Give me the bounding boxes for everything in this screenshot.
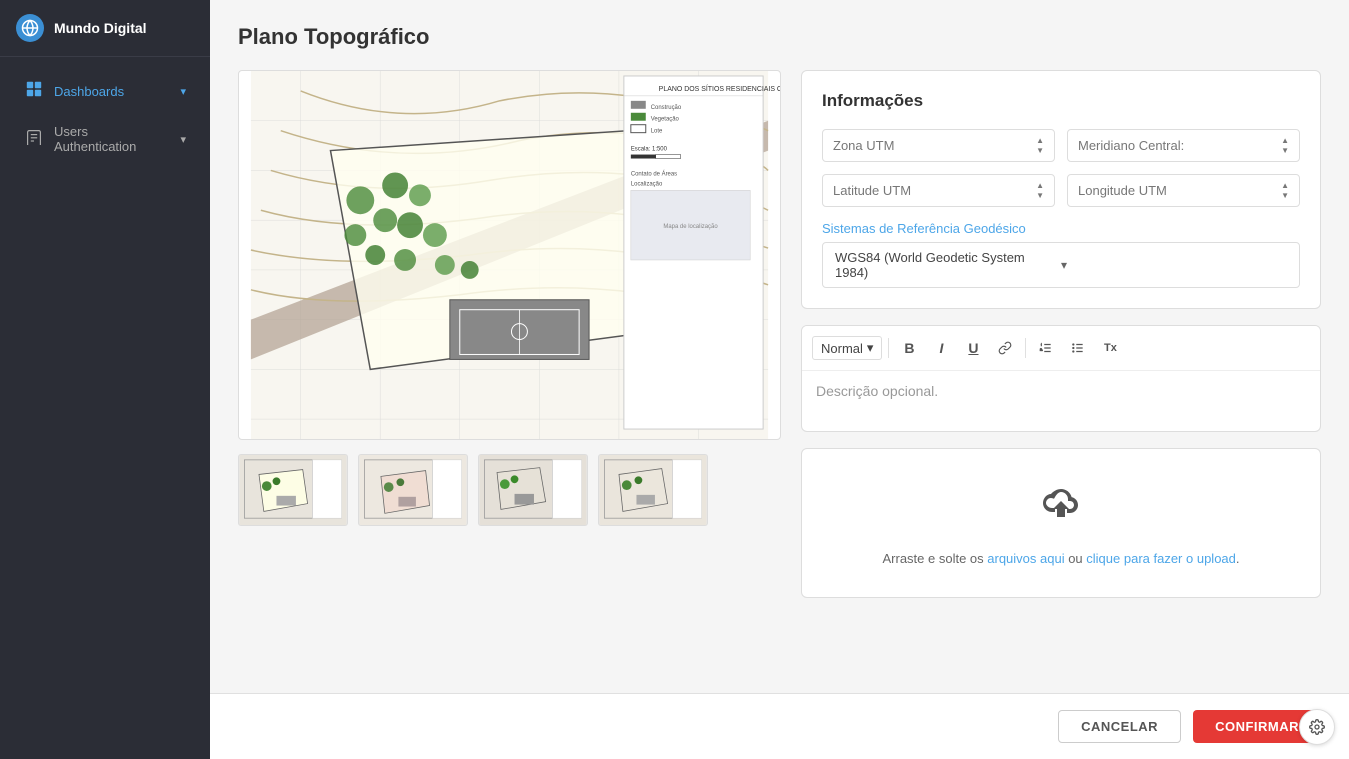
latitude-spinner[interactable]: ▲▼	[1036, 181, 1044, 200]
sidebar-arrow-icon: ▾	[180, 133, 186, 146]
meridiano-input[interactable]: Meridiano Central: ▲▼	[1067, 129, 1300, 162]
sidebar: Mundo Digital Dashboards ▾	[0, 0, 210, 759]
field-latitude: Latitude UTM ▲▼	[822, 174, 1055, 207]
right-panel: Informações Zona UTM ▲▼	[801, 70, 1321, 598]
link-button[interactable]	[991, 334, 1019, 362]
sidebar-nav: Dashboards ▾ Users Authentication ▾	[0, 57, 210, 759]
sidebar-item-dashboards[interactable]: Dashboards ▾	[8, 71, 202, 112]
content-grid: N PLANO DOS SÍTIOS RESIDENCIAIS CARVÃO C…	[238, 70, 1321, 598]
ordered-list-button[interactable]: 2.	[1032, 334, 1060, 362]
field-longitude: Longitude UTM ▲▼	[1067, 174, 1300, 207]
bold-button[interactable]: B	[895, 334, 923, 362]
editor-toolbar: Normal ▾ B I U	[802, 326, 1320, 371]
longitude-spinner[interactable]: ▲▼	[1281, 181, 1289, 200]
map-image: N PLANO DOS SÍTIOS RESIDENCIAIS CARVÃO C…	[239, 71, 780, 439]
settings-button[interactable]	[1299, 709, 1335, 745]
toolbar-divider-1	[888, 338, 889, 358]
thumbnail-4[interactable]	[598, 454, 708, 526]
left-panel: N PLANO DOS SÍTIOS RESIDENCIAIS CARVÃO C…	[238, 70, 781, 526]
longitude-label: Longitude UTM	[1078, 183, 1281, 198]
thumbnail-2[interactable]	[358, 454, 468, 526]
svg-text:Vegetação: Vegetação	[651, 117, 680, 123]
field-meridiano: Meridiano Central: ▲▼	[1067, 129, 1300, 162]
format-select[interactable]: Normal ▾	[812, 336, 882, 360]
sidebar-item-label: Dashboards	[54, 84, 170, 99]
cancel-button[interactable]: CANCELAR	[1058, 710, 1181, 743]
upload-files-link[interactable]: arquivos aqui	[987, 551, 1064, 566]
longitude-input[interactable]: Longitude UTM ▲▼	[1067, 174, 1300, 207]
format-arrow-icon: ▾	[867, 340, 874, 356]
editor-body[interactable]: Descrição opcional.	[802, 371, 1320, 431]
upload-click-link[interactable]: clique para fazer o upload	[1086, 551, 1236, 566]
underline-button[interactable]: U	[959, 334, 987, 362]
svg-text:Mapa de localização: Mapa de localização	[663, 224, 718, 230]
unordered-list-button[interactable]	[1064, 334, 1092, 362]
geodesic-select[interactable]: WGS84 (World Geodetic System 1984) ▾	[822, 242, 1300, 288]
editor-placeholder: Descrição opcional.	[816, 383, 938, 399]
upload-text: Arraste e solte os arquivos aqui ou cliq…	[882, 551, 1239, 566]
italic-button[interactable]: I	[927, 334, 955, 362]
zona-utm-spinner[interactable]: ▲▼	[1036, 136, 1044, 155]
svg-text:Contato de Áreas: Contato de Áreas	[631, 170, 677, 177]
thumbnail-1[interactable]	[238, 454, 348, 526]
svg-text:Localização: Localização	[631, 181, 663, 187]
geodesic-value: WGS84 (World Geodetic System 1984)	[835, 250, 1061, 280]
info-title: Informações	[822, 91, 1300, 111]
clear-format-button[interactable]: Tx	[1096, 334, 1124, 362]
chevron-down-icon: ▾	[1061, 258, 1287, 272]
sidebar-item-label: Users Authentication	[54, 124, 170, 154]
svg-text:Escala: 1:500: Escala: 1:500	[631, 147, 668, 153]
sidebar-arrow-icon: ▾	[180, 85, 186, 98]
latitude-input[interactable]: Latitude UTM ▲▼	[822, 174, 1055, 207]
meridiano-label: Meridiano Central:	[1078, 138, 1281, 153]
editor-card: Normal ▾ B I U	[801, 325, 1321, 432]
info-card: Informações Zona UTM ▲▼	[801, 70, 1321, 309]
dashboard-icon	[24, 81, 44, 102]
logo-icon	[16, 14, 44, 42]
latitude-label: Latitude UTM	[833, 183, 1036, 198]
format-label: Normal	[821, 341, 863, 356]
map-preview: N PLANO DOS SÍTIOS RESIDENCIAIS CARVÃO C…	[238, 70, 781, 440]
upload-card[interactable]: Arraste e solte os arquivos aqui ou cliq…	[801, 448, 1321, 598]
info-fields: Zona UTM ▲▼ Meridiano Central: ▲▼	[822, 129, 1300, 207]
main-content: Plano Topográfico	[210, 0, 1349, 759]
svg-text:2.: 2.	[1041, 347, 1044, 351]
field-zona-utm: Zona UTM ▲▼	[822, 129, 1055, 162]
footer-actions: CANCELAR CONFIRMAR	[210, 693, 1349, 759]
sidebar-logo: Mundo Digital	[0, 0, 210, 57]
upload-icon	[1037, 481, 1085, 539]
svg-text:Lote: Lote	[651, 129, 663, 135]
toolbar-divider-2	[1025, 338, 1026, 358]
app-name: Mundo Digital	[54, 20, 147, 36]
zona-utm-label: Zona UTM	[833, 138, 1036, 153]
page-title: Plano Topográfico	[238, 24, 1321, 50]
sidebar-item-users-auth[interactable]: Users Authentication ▾	[8, 114, 202, 164]
thumbnails	[238, 454, 781, 526]
geodesic-label: Sistemas de Referência Geodésico	[822, 221, 1300, 236]
geodesic-section: Sistemas de Referência Geodésico WGS84 (…	[822, 221, 1300, 288]
zona-utm-input[interactable]: Zona UTM ▲▼	[822, 129, 1055, 162]
meridiano-spinner[interactable]: ▲▼	[1281, 136, 1289, 155]
users-auth-icon	[24, 129, 44, 150]
thumbnail-3[interactable]	[478, 454, 588, 526]
svg-text:PLANO DOS SÍTIOS RESIDENCIAIS: PLANO DOS SÍTIOS RESIDENCIAIS CARVÃO	[659, 84, 780, 93]
svg-text:Construção: Construção	[651, 105, 682, 111]
